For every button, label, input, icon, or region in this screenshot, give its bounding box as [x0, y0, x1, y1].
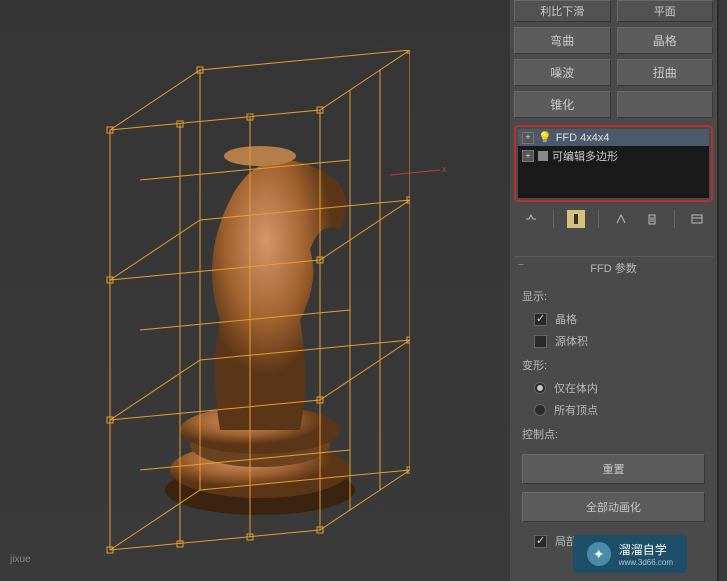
modifier-btn-1b[interactable]: 平面	[617, 0, 714, 22]
pin-stack-icon[interactable]	[522, 210, 540, 228]
modifier-btn-noise[interactable]: 噪波	[514, 59, 611, 86]
collapse-icon[interactable]: −	[516, 260, 526, 270]
reset-button[interactable]: 重置	[522, 454, 705, 484]
modifier-btn-empty[interactable]	[617, 91, 714, 118]
watermark-logo-icon: ✦	[587, 542, 611, 566]
panel-scrollbar[interactable]	[719, 0, 727, 581]
square-icon	[538, 151, 548, 161]
radio-all-vertices[interactable]	[534, 404, 546, 416]
modifier-btn-taper[interactable]: 锥化	[514, 91, 611, 118]
stack-item-label: 可编辑多边形	[552, 148, 618, 164]
checkbox-lattice-label: 晶格	[555, 311, 577, 327]
modifier-btn-1a[interactable]: 利比下滑	[514, 0, 611, 22]
expand-icon[interactable]: +	[522, 150, 534, 162]
watermark-brand: 溜溜自学	[619, 541, 673, 558]
configure-sets-icon[interactable]	[688, 210, 706, 228]
watermark-url: www.3d66.com	[619, 558, 673, 567]
stack-item-label: FFD 4x4x4	[556, 132, 610, 144]
rollout-body-ffd: 显示: 晶格 源体积 变形: 仅在体内 所有顶点 控制点:	[514, 279, 713, 450]
radio-in-volume-label: 仅在体内	[554, 380, 598, 396]
modifier-stack[interactable]: + 💡 FFD 4x4x4 + 可编辑多边形	[518, 129, 709, 198]
show-end-result-icon[interactable]	[567, 210, 585, 228]
checkbox-source-volume-label: 源体积	[555, 333, 588, 349]
ffd-lattice	[90, 50, 410, 560]
radio-in-volume[interactable]	[534, 382, 546, 394]
viewport-3d[interactable]: x	[0, 0, 510, 581]
modifier-btn-lattice[interactable]: 晶格	[617, 27, 714, 54]
checkbox-source-volume[interactable]	[534, 335, 547, 348]
modify-panel: 利比下滑 平面 弯曲 晶格 噪波 扭曲 锥化 + 💡 FFD 4x4x4 + 可…	[510, 0, 717, 581]
modifier-stack-highlight: + 💡 FFD 4x4x4 + 可编辑多边形	[514, 125, 713, 202]
checkbox-local[interactable]	[534, 535, 547, 548]
stack-item-ffd[interactable]: + 💡 FFD 4x4x4	[518, 129, 709, 146]
modifier-btn-twist[interactable]: 扭曲	[617, 59, 714, 86]
rollout-header-ffd-params[interactable]: − FFD 参数	[514, 256, 713, 279]
watermark-sub: jixue	[10, 554, 582, 565]
checkbox-lattice[interactable]	[534, 313, 547, 326]
display-section-label: 显示:	[522, 288, 705, 304]
watermark-badge: ✦ 溜溜自学 www.3d66.com	[573, 535, 687, 573]
control-points-section-label: 控制点:	[522, 426, 705, 442]
make-unique-icon[interactable]	[612, 210, 630, 228]
axis-gizmo: x	[390, 160, 450, 190]
stack-item-editable-poly[interactable]: + 可编辑多边形	[518, 146, 709, 166]
stack-toolbar	[514, 202, 713, 236]
radio-all-vertices-label: 所有顶点	[554, 402, 598, 418]
expand-icon[interactable]: +	[522, 132, 534, 144]
remove-modifier-icon[interactable]	[643, 210, 661, 228]
svg-text:x: x	[442, 164, 447, 174]
deform-section-label: 变形:	[522, 357, 705, 373]
animate-all-button[interactable]: 全部动画化	[522, 492, 705, 522]
modifier-btn-bend[interactable]: 弯曲	[514, 27, 611, 54]
